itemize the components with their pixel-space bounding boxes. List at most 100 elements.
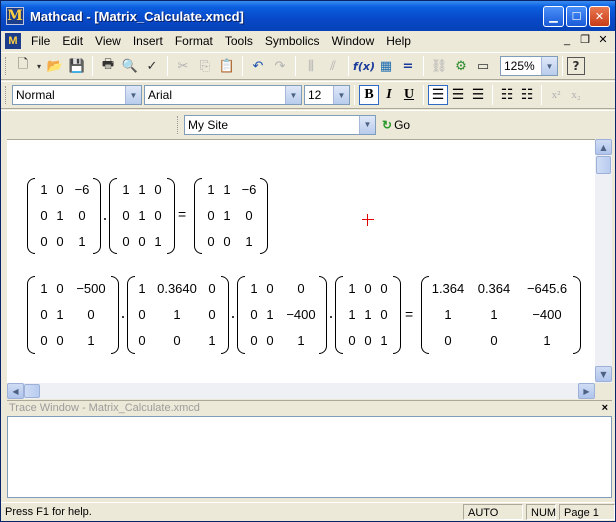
matrix-cell: 0: [380, 307, 388, 322]
matrix-cell: 1: [208, 333, 216, 348]
superscript-button[interactable]: x²: [546, 85, 566, 105]
subscript-button[interactable]: x₂: [566, 85, 586, 105]
go-button[interactable]: ↻ Go: [382, 118, 410, 132]
equation-2[interactable]: 1 0 −500 0 1 0 0 0 1 1 0.3640 0 0 1 0 0 …: [27, 276, 587, 354]
close-button[interactable]: ✕: [589, 6, 610, 27]
doc-minimize-button[interactable]: _: [559, 33, 575, 47]
resource-center-icon[interactable]: ▭: [472, 55, 494, 77]
matrix-cell: 1: [56, 208, 64, 223]
matrix-cell: 1: [364, 307, 372, 322]
equation-1[interactable]: 1 0 −6 0 1 0 0 0 1 1 1 0 0 1 0 0 0 1 = 1…: [27, 178, 277, 254]
align-center-icon: ☰: [451, 87, 465, 103]
matrix-cell: 0: [78, 208, 86, 223]
style-select[interactable]: Normal ▼: [12, 85, 142, 105]
align-across-icon[interactable]: ⫼: [300, 55, 322, 77]
redo-icon[interactable]: ↷: [269, 55, 291, 77]
mathcad-logo-icon[interactable]: M: [6, 7, 24, 25]
italic-button[interactable]: I: [379, 85, 399, 105]
font-size-select[interactable]: 12 ▼: [304, 85, 350, 105]
menu-tools[interactable]: Tools: [219, 32, 259, 50]
menu-window[interactable]: Window: [326, 32, 381, 50]
matrix-cell: −500: [76, 281, 106, 296]
status-page: Page 1: [559, 504, 615, 520]
matrix-cell: 1: [154, 234, 162, 249]
zoom-select[interactable]: 125% ▼: [500, 56, 558, 76]
insert-component-icon[interactable]: ⚙: [450, 55, 472, 77]
menu-edit[interactable]: Edit: [56, 32, 89, 50]
matrix-cell: 1: [207, 182, 215, 197]
paste-icon[interactable]: 📋: [216, 55, 238, 77]
spell-check-icon[interactable]: ✓: [141, 55, 163, 77]
insert-function-icon[interactable]: f(x): [353, 55, 375, 77]
menu-file[interactable]: File: [25, 32, 56, 50]
doc-restore-button[interactable]: ❐: [577, 33, 593, 47]
site-select[interactable]: My Site ▼: [184, 114, 376, 135]
menu-symbolics[interactable]: Symbolics: [259, 32, 326, 50]
trace-window-body[interactable]: [7, 416, 612, 498]
window-title: Mathcad - [Matrix_Calculate.xmcd]: [30, 8, 244, 24]
menu-view[interactable]: View: [89, 32, 127, 50]
toolbar-grip[interactable]: [177, 115, 180, 134]
standard-toolbar: 🗋 ▾ 📂 💾 🖶 🔍 ✓ ✂ ⎘ 📋 ↶ ↷ ⫼ ⫽ f(x) ▦ = ⛓ ⚙…: [1, 52, 615, 80]
matrix-cell: 1: [348, 281, 356, 296]
maximize-button[interactable]: ☐: [566, 6, 587, 27]
print-preview-icon[interactable]: 🔍: [119, 55, 141, 77]
document-icon[interactable]: M: [5, 33, 21, 49]
vertical-scrollbar[interactable]: ▲ ▼: [595, 139, 612, 383]
save-icon[interactable]: 💾: [66, 55, 88, 77]
toolbar-grip[interactable]: [5, 57, 8, 75]
worksheet[interactable]: 1 0 −6 0 1 0 0 0 1 1 1 0 0 1 0 0 0 1 = 1…: [7, 139, 595, 383]
matrix-cell: 0: [138, 333, 146, 348]
font-select[interactable]: Arial ▼: [144, 85, 302, 105]
minimize-icon: ▁: [549, 10, 558, 23]
bullet-list-icon: ☷: [500, 87, 514, 103]
calculate-icon[interactable]: =: [397, 55, 419, 77]
cut-icon[interactable]: ✂: [172, 55, 194, 77]
scroll-up-icon[interactable]: ▲: [595, 139, 612, 155]
help-icon[interactable]: ?: [567, 57, 585, 75]
insert-hyperlink-icon[interactable]: ⛓: [428, 55, 450, 77]
separator: [167, 56, 168, 76]
trace-close-icon[interactable]: ×: [602, 401, 608, 416]
scroll-down-icon[interactable]: ▼: [595, 366, 612, 382]
align-left-button[interactable]: ☰: [428, 85, 448, 105]
minimize-button[interactable]: ▁: [543, 6, 564, 27]
toolbar-grip[interactable]: [5, 86, 8, 104]
menu-insert[interactable]: Insert: [127, 32, 169, 50]
new-icon[interactable]: 🗋: [12, 55, 34, 77]
scroll-left-icon[interactable]: ◀: [7, 383, 24, 399]
trace-window-titlebar[interactable]: Trace Window - Matrix_Calculate.xmcd ×: [7, 400, 612, 415]
resources-toolbar: My Site ▼ ↻ Go: [1, 110, 615, 138]
print-icon[interactable]: 🖶: [97, 55, 119, 77]
align-right-button[interactable]: ☰: [468, 85, 488, 105]
zoom-value: 125%: [504, 59, 535, 73]
open-icon[interactable]: 📂: [44, 55, 66, 77]
bold-button[interactable]: B: [359, 85, 379, 105]
align-center-button[interactable]: ☰: [448, 85, 468, 105]
align-down-icon[interactable]: ⫽: [322, 55, 344, 77]
copy-icon[interactable]: ⎘: [194, 55, 216, 77]
doc-close-button[interactable]: ✕: [595, 33, 611, 47]
horizontal-scrollbar[interactable]: ◀ ▶: [7, 383, 595, 399]
vertical-scroll-thumb[interactable]: [596, 156, 611, 174]
numbering-button[interactable]: ☷: [517, 85, 537, 105]
scroll-right-icon[interactable]: ▶: [578, 383, 595, 399]
menu-help[interactable]: Help: [380, 32, 417, 50]
bullets-button[interactable]: ☷: [497, 85, 517, 105]
matrix-cell: 1: [78, 234, 86, 249]
multiply-dot: [122, 316, 124, 318]
matrix-cell: 0: [207, 234, 215, 249]
new-dropdown-icon[interactable]: ▾: [34, 55, 44, 77]
matrix-cell: 1: [138, 281, 146, 296]
horizontal-scroll-thumb[interactable]: [24, 384, 40, 398]
title-bar[interactable]: M Mathcad - [Matrix_Calculate.xmcd] ▁ ☐ …: [1, 1, 615, 31]
matrix-cell: 1: [444, 307, 452, 322]
multiply-dot: [104, 218, 106, 220]
menu-format[interactable]: Format: [169, 32, 219, 50]
result-matrix: 1 1 −6 0 1 0 0 0 1: [194, 178, 268, 254]
matrix-cell: 0: [56, 281, 64, 296]
chevron-down-icon: ▼: [359, 115, 375, 134]
insert-unit-icon[interactable]: ▦: [375, 55, 397, 77]
undo-icon[interactable]: ↶: [247, 55, 269, 77]
underline-button[interactable]: U: [399, 85, 419, 105]
